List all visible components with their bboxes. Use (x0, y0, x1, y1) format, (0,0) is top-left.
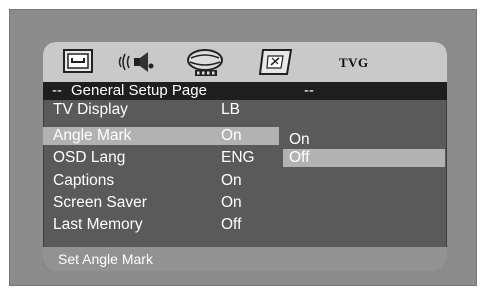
icon-tab-bar: TVG (43, 42, 447, 82)
status-bar: Set Angle Mark (43, 247, 447, 271)
video-setup-icon[interactable] (185, 48, 225, 76)
menu-item-label: TV Display (53, 101, 128, 118)
option-on[interactable]: On (283, 131, 445, 149)
menu-item-value: LB (221, 101, 240, 118)
menu-item-label: Angle Mark (53, 127, 132, 144)
menu-item-value: On (221, 194, 242, 211)
audio-setup-icon[interactable] (117, 48, 157, 76)
page-title-bar: -- General Setup Page -- (43, 82, 447, 100)
tvg-icon[interactable]: TVG (339, 55, 369, 71)
menu-item-angle-mark[interactable]: Angle Mark On (43, 127, 279, 145)
menu-item-label: Last Memory (53, 216, 143, 233)
menu-item-screen-saver[interactable]: Screen Saver On (43, 194, 279, 212)
menu-item-value: On (221, 172, 242, 189)
menu-item-label: Screen Saver (53, 194, 147, 211)
preference-icon[interactable] (259, 48, 293, 76)
menu-item-osd-lang[interactable]: OSD Lang ENG (43, 149, 279, 167)
setup-menu-screen: TVG -- General Setup Page -- TV Display … (43, 42, 447, 271)
option-off[interactable]: Off (283, 149, 445, 167)
title-right-dash: -- (304, 82, 314, 99)
menu-item-value: ENG (221, 149, 255, 166)
general-setup-icon[interactable] (63, 48, 93, 76)
menu-item-last-memory[interactable]: Last Memory Off (43, 216, 279, 234)
page-title: General Setup Page (71, 82, 207, 99)
menu-item-tv-display[interactable]: TV Display LB (43, 101, 279, 119)
option-label: Off (289, 149, 310, 166)
menu-item-label: OSD Lang (53, 149, 126, 166)
title-left-dash: -- (52, 82, 62, 99)
status-text: Set Angle Mark (58, 251, 153, 267)
menu-item-value: Off (221, 216, 242, 233)
menu-item-label: Captions (53, 172, 115, 189)
menu-item-captions[interactable]: Captions On (43, 172, 279, 190)
menu-item-value: On (221, 127, 242, 144)
option-label: On (289, 131, 310, 148)
